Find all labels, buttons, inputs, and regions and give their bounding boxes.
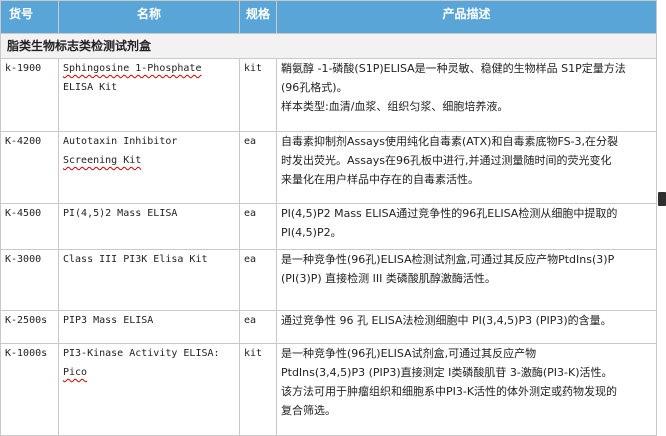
desc-line: (PI(3)P) 直接检测 III 类磷酸肌醇激酶活性。 (281, 272, 496, 285)
spec-cell: ea (239, 249, 277, 311)
desc-line: 该方法可用于肿瘤组织和细胞系中PI3-K活性的体外测定或药物发现的 (281, 385, 618, 398)
desc-line: (96孔格式)。 (281, 81, 348, 94)
header-row: 货号 名称 规格 产品描述 (0, 0, 657, 34)
desc-cell: 通过竞争性 96 孔 ELISA法检测细胞中 PI(3,4,5)P3 (PIP3… (276, 310, 657, 344)
desc-line: 复合筛选。 (281, 404, 336, 417)
desc-line: PI(4,5)P2 Mass ELISA通过竞争性的96孔ELISA检测从细胞中… (281, 207, 618, 220)
desc-cell: 鞘氨醇 -1-磷酸(S1P)ELISA是一种灵敏、稳健的生物样品 S1P定量方法… (276, 58, 657, 132)
desc-cell: 是一种竞争性(96孔)ELISA检测试剂盒,可通过其反应产物PtdIns(3)P… (276, 249, 657, 311)
sku-cell: K-3000 (0, 249, 59, 311)
desc-line: 鞘氨醇 -1-磷酸(S1P)ELISA是一种灵敏、稳健的生物样品 S1P定量方法 (281, 62, 626, 75)
desc-line: 时发出荧光。Assays在96孔板中进行,并通过测量随时间的荧光变化 (281, 154, 612, 167)
scroll-handle[interactable] (658, 192, 666, 206)
product-table: 货号 名称 规格 产品描述 脂类生物标志类检测试剂盒 k-1900 Sphing… (0, 0, 657, 436)
desc-line: 样本类型:血清/血浆、组织匀浆、细胞培养液。 (281, 100, 509, 113)
name-cell: Class III PI3K Elisa Kit (58, 249, 240, 311)
section-row: 脂类生物标志类检测试剂盒 (0, 33, 657, 59)
name-line: PI(4,5)2 Mass ELISA (63, 208, 178, 219)
name-cell: Sphingosine 1-Phosphate ELISA Kit (58, 58, 240, 132)
name-line: Pico (63, 367, 88, 378)
desc-line: 是一种竞争性(96孔)ELISA检测试剂盒,可通过其反应产物PtdIns(3)P (281, 253, 615, 266)
desc-line: 来量化在用户样品中存在的自毒素活性。 (281, 173, 479, 186)
header-sku: 货号 (0, 0, 59, 34)
table-row: K-1000s PI3-Kinase Activity ELISA: Pico … (0, 343, 657, 436)
desc-line: 是一种竞争性(96孔)ELISA试剂盒,可通过其反应产物 (281, 347, 537, 360)
header-name: 名称 (58, 0, 240, 34)
name-cell: PI3-Kinase Activity ELISA: Pico (58, 343, 240, 436)
table-row: K-4200 Autotaxin Inhibitor Screening Kit… (0, 131, 657, 204)
name-cell: Autotaxin Inhibitor Screening Kit (58, 131, 240, 204)
sku-cell: k-1900 (0, 58, 59, 132)
header-spec: 规格 (239, 0, 277, 34)
desc-line: 自毒素抑制剂Assays使用纯化自毒素(ATX)和自毒素底物FS-3,在分裂 (281, 135, 619, 148)
name-line: PI3-Kinase Activity ELISA: (63, 348, 220, 359)
name-line: Autotaxin Inhibitor (63, 136, 178, 147)
name-line: Sphingosine 1-Phosphate (63, 63, 202, 74)
desc-line: 通过竞争性 96 孔 ELISA法检测细胞中 PI(3,4,5)P3 (PIP3… (281, 314, 612, 327)
name-line: PIP3 Mass ELISA (63, 315, 154, 326)
sku-cell: K-4500 (0, 203, 59, 250)
spec-cell: kit (239, 343, 277, 436)
desc-cell: PI(4,5)P2 Mass ELISA通过竞争性的96孔ELISA检测从细胞中… (276, 203, 657, 250)
header-desc: 产品描述 (276, 0, 657, 34)
table-row: K-2500s PIP3 Mass ELISA ea 通过竞争性 96 孔 EL… (0, 310, 657, 344)
table-row: K-4500 PI(4,5)2 Mass ELISA ea PI(4,5)P2 … (0, 203, 657, 250)
sku-cell: K-4200 (0, 131, 59, 204)
spec-cell: ea (239, 310, 277, 344)
desc-cell: 是一种竞争性(96孔)ELISA试剂盒,可通过其反应产物 PtdIns(3,4,… (276, 343, 657, 436)
sku-cell: K-2500s (0, 310, 59, 344)
spec-cell: ea (239, 131, 277, 204)
desc-line: PI(4,5)P2。 (281, 226, 342, 239)
spec-cell: kit (239, 58, 277, 132)
section-title: 脂类生物标志类检测试剂盒 (0, 33, 657, 59)
name-cell: PIP3 Mass ELISA (58, 310, 240, 344)
table-row: K-3000 Class III PI3K Elisa Kit ea 是一种竞争… (0, 249, 657, 311)
name-line: Class III PI3K Elisa Kit (63, 254, 208, 265)
sku-cell: K-1000s (0, 343, 59, 436)
desc-line: PtdIns(3,4,5)P3 (PIP3)直接测定 I类磷酸肌苷 3-激酶(P… (281, 366, 613, 379)
name-line: ELISA Kit (63, 82, 118, 93)
desc-cell: 自毒素抑制剂Assays使用纯化自毒素(ATX)和自毒素底物FS-3,在分裂 时… (276, 131, 657, 204)
table-row: k-1900 Sphingosine 1-Phosphate ELISA Kit… (0, 58, 657, 132)
spec-cell: ea (239, 203, 277, 250)
name-line: Screening Kit (63, 155, 142, 166)
name-cell: PI(4,5)2 Mass ELISA (58, 203, 240, 250)
